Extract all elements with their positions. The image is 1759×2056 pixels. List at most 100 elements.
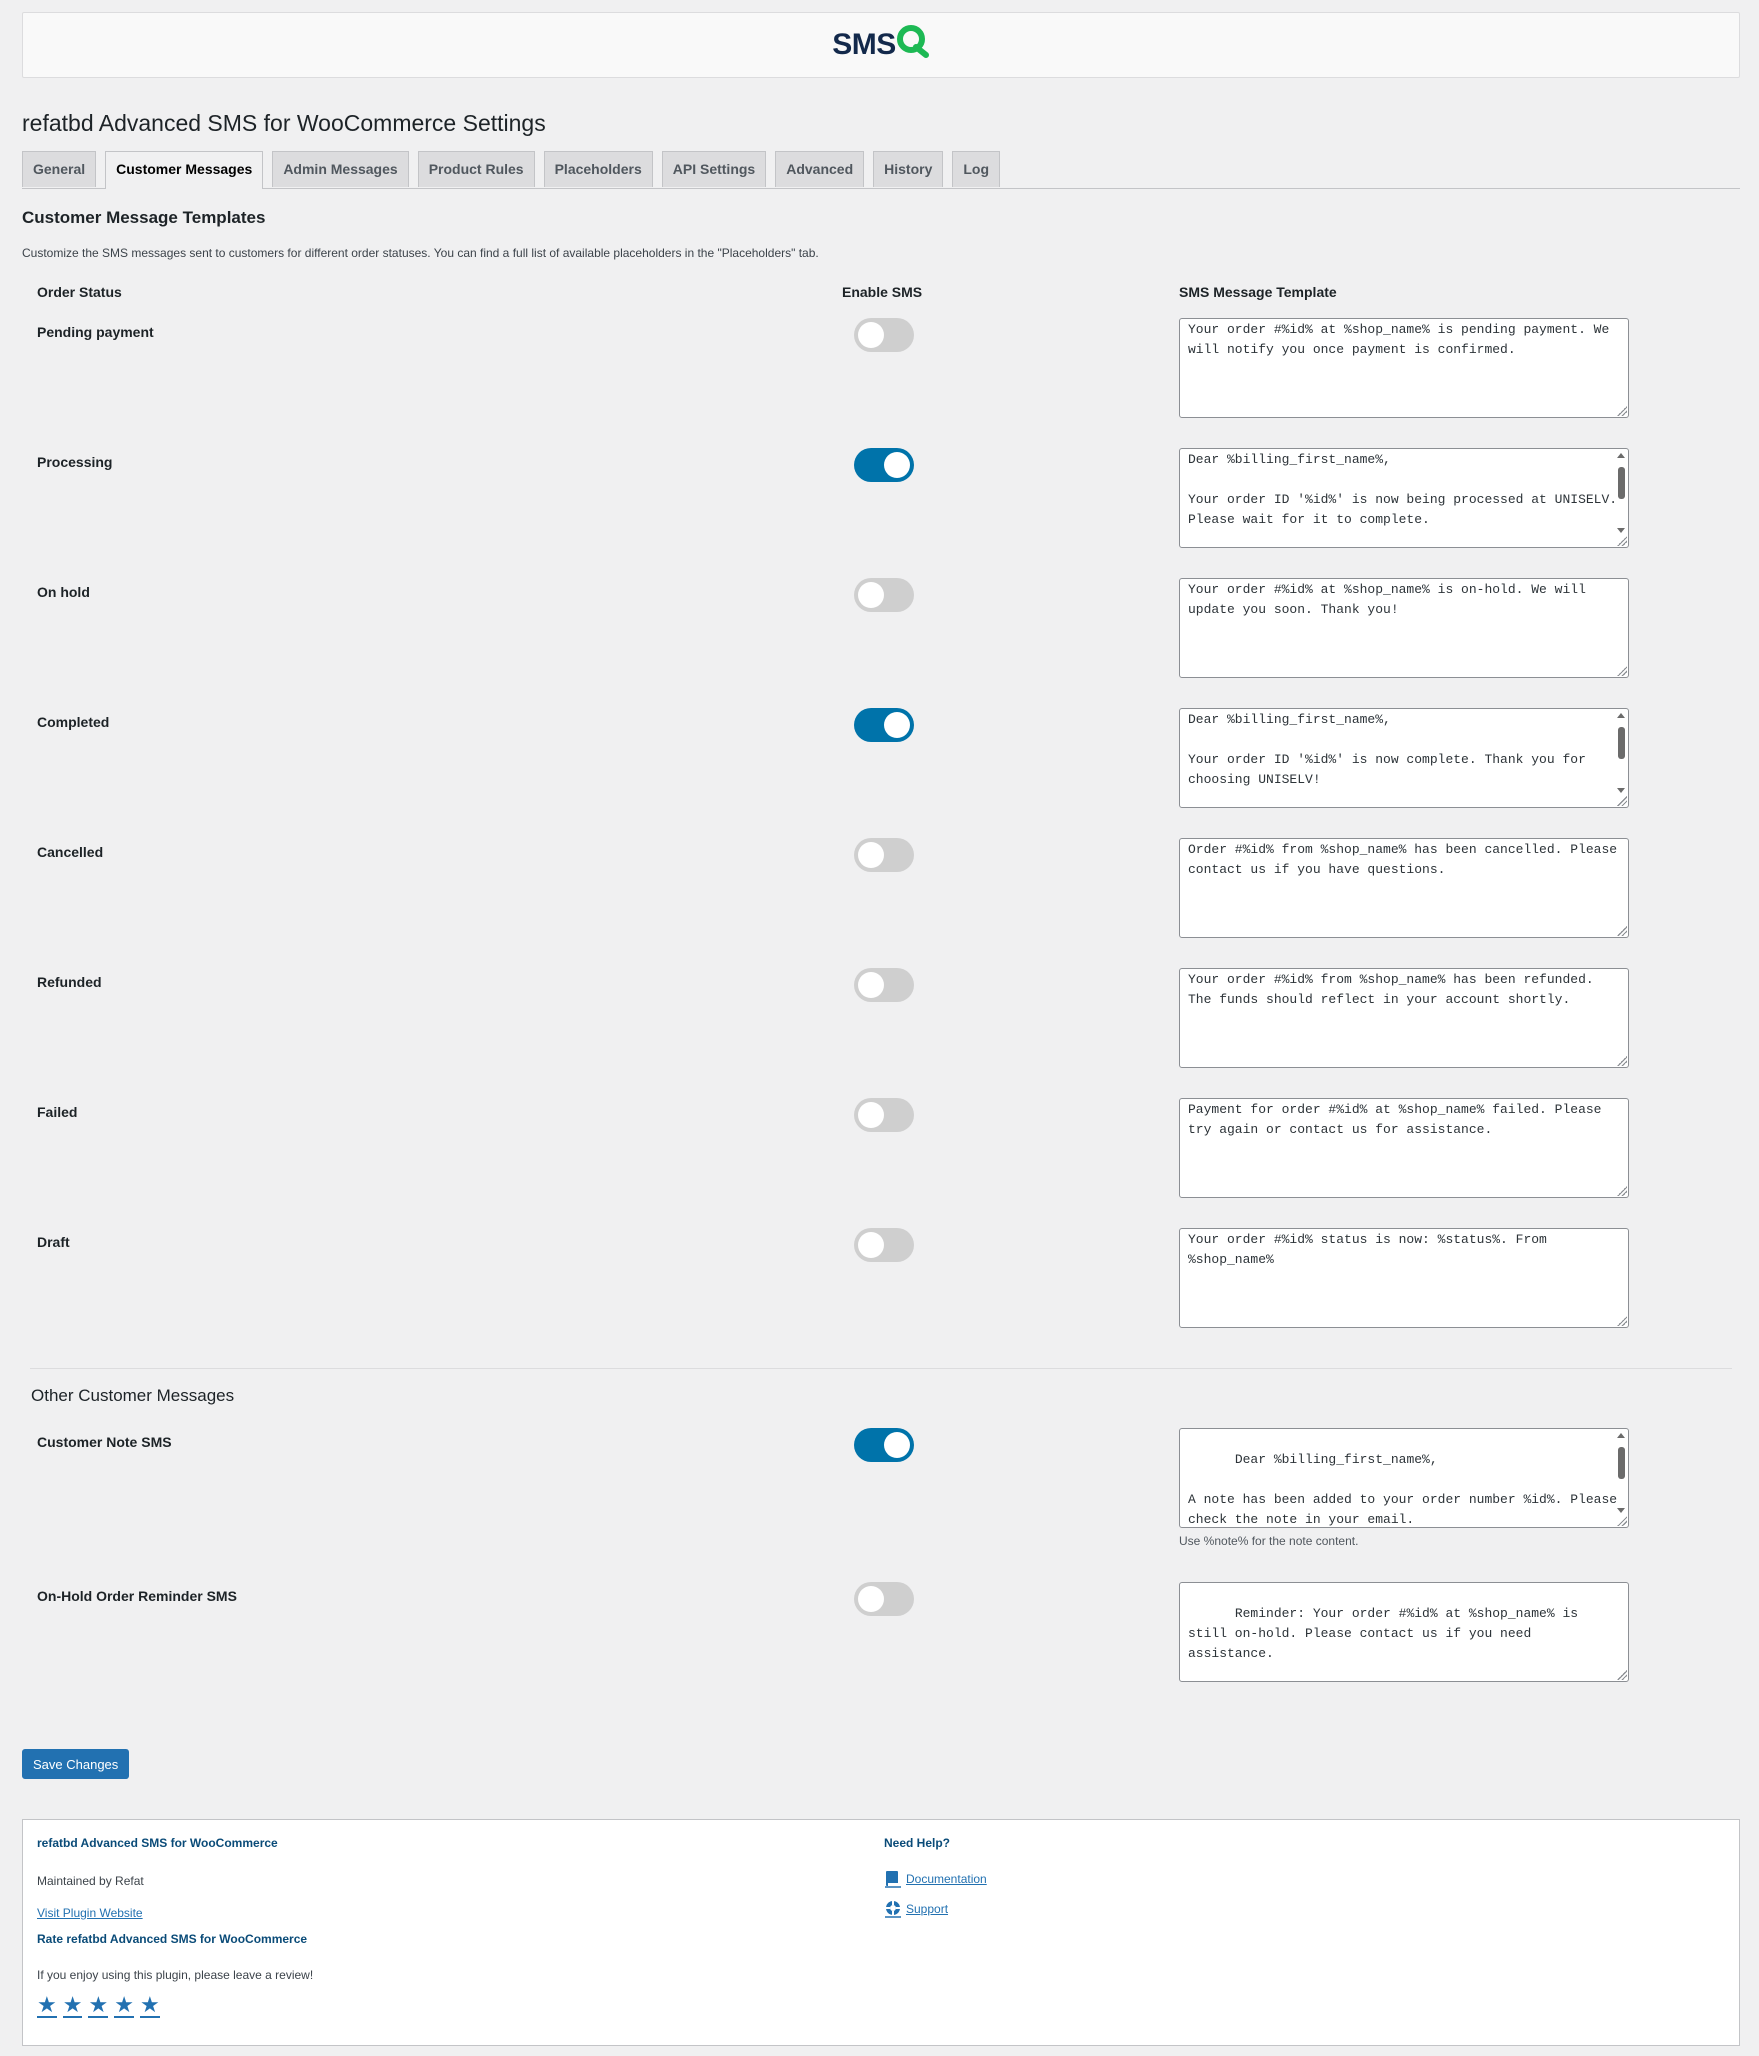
resize-grip-icon[interactable] [1617, 926, 1627, 936]
footer-rate-title: Rate refatbd Advanced SMS for WooCommerc… [37, 1932, 308, 1946]
divider [30, 1368, 1732, 1369]
enable-toggle[interactable] [854, 578, 914, 612]
template-textarea[interactable]: Payment for order #%id% at %shop_name% f… [1179, 1098, 1629, 1198]
row-label: On hold [37, 584, 90, 600]
toggle-knob [884, 712, 910, 738]
resize-grip-icon[interactable] [1617, 666, 1627, 676]
scrollbar[interactable] [1616, 1431, 1626, 1515]
save-changes-button[interactable]: Save Changes [22, 1749, 130, 1779]
enable-toggle[interactable] [854, 1098, 914, 1132]
scroll-up-icon [1617, 713, 1625, 718]
template-textarea[interactable]: Dear %billing_first_name%, Your order ID… [1179, 708, 1629, 808]
logo: SMS [832, 23, 930, 67]
resize-grip-icon[interactable] [1617, 1186, 1627, 1196]
logo-text: SMS [832, 28, 896, 61]
logo-mark-icon [896, 25, 929, 58]
row-customer-note: Customer Note SMS Dear %billing_first_na… [22, 1428, 1740, 1582]
footer-plugin-info: refatbd Advanced SMS for WooCommerce Mai… [37, 1836, 313, 2018]
template-textarea[interactable]: Reminder: Your order #%id% at %shop_name… [1179, 1582, 1629, 1682]
enable-toggle[interactable] [854, 448, 914, 482]
enable-toggle[interactable] [854, 838, 914, 872]
enable-toggle[interactable] [854, 968, 914, 1002]
scroll-up-icon [1617, 1433, 1625, 1438]
tab-admin-messages[interactable]: Admin Messages [272, 151, 409, 187]
scroll-thumb [1618, 727, 1625, 759]
template-text: Dear %billing_first_name%, Your order ID… [1188, 452, 1618, 527]
template-text: Payment for order #%id% at %shop_name% f… [1188, 1102, 1610, 1137]
row-label: Customer Note SMS [37, 1434, 172, 1450]
scrollbar[interactable] [1616, 711, 1626, 795]
status-rows: Pending payment Your order #%id% at %shop… [22, 318, 1740, 1358]
enable-toggle[interactable] [854, 1582, 914, 1616]
resize-grip-icon[interactable] [1617, 1670, 1627, 1680]
support-item[interactable]: Support [884, 1900, 987, 1918]
toggle-knob [884, 452, 910, 478]
tab-log[interactable]: Log [952, 151, 1001, 187]
tab-product-rules[interactable]: Product Rules [417, 151, 535, 187]
rating-stars: ★ ★ ★ ★ ★ [37, 1994, 313, 2018]
template-textarea[interactable]: Your order #%id% at %shop_name% is pendi… [1179, 318, 1629, 418]
toggle-knob [858, 582, 884, 608]
scrollbar[interactable] [1616, 451, 1626, 535]
header-sms-template: SMS Message Template [1179, 284, 1337, 300]
resize-grip-icon[interactable] [1617, 796, 1627, 806]
book-icon [885, 1871, 901, 1888]
template-textarea[interactable]: Dear %billing_first_name%, Your order ID… [1179, 448, 1629, 548]
other-messages-title: Other Customer Messages [31, 1386, 235, 1405]
tab-bar: General Customer Messages Admin Messages… [22, 151, 1740, 189]
enable-toggle[interactable] [854, 708, 914, 742]
star-icon[interactable]: ★ [62, 1994, 83, 2018]
template-textarea[interactable]: Your order #%id% from %shop_name% has be… [1179, 968, 1629, 1068]
template-text: Dear %billing_first_name%, A note has be… [1188, 1452, 1618, 1527]
table-header: Order Status Enable SMS SMS Message Temp… [22, 284, 1740, 318]
star-icon[interactable]: ★ [139, 1994, 160, 2018]
enable-toggle[interactable] [854, 318, 914, 352]
resize-grip-icon[interactable] [1617, 1516, 1627, 1526]
section-description: Customize the SMS messages sent to custo… [22, 246, 819, 260]
note-hint: Use %note% for the note content. [1179, 1534, 1359, 1548]
resize-grip-icon[interactable] [1617, 406, 1627, 416]
status-row: Completed Dear %billing_first_name%, Your… [22, 708, 1740, 838]
enable-toggle[interactable] [854, 1428, 914, 1462]
tab-placeholders[interactable]: Placeholders [543, 151, 653, 187]
tab-history[interactable]: History [873, 151, 944, 187]
toggle-knob [858, 1586, 884, 1612]
template-text: Your order #%id% from %shop_name% has be… [1188, 972, 1602, 1007]
footer-rate-desc: If you enjoy using this plugin, please l… [37, 1968, 314, 1982]
row-label: Cancelled [37, 844, 104, 860]
template-text: Your order #%id% at %shop_name% is pendi… [1188, 322, 1618, 357]
tab-api-settings[interactable]: API Settings [661, 151, 767, 187]
tab-general[interactable]: General [22, 151, 97, 187]
status-row: On hold Your order #%id% at %shop_name% i… [22, 578, 1740, 708]
template-textarea[interactable]: Order #%id% from %shop_name% has been ca… [1179, 838, 1629, 938]
resize-grip-icon[interactable] [1617, 1056, 1627, 1066]
support-lifebuoy-icon [885, 1901, 901, 1918]
documentation-item[interactable]: Documentation [884, 1870, 987, 1888]
tab-customer-messages[interactable]: Customer Messages [105, 151, 264, 189]
star-icon[interactable]: ★ [114, 1994, 134, 2018]
support-link[interactable]: Support [906, 1902, 948, 1916]
template-textarea[interactable]: Your order #%id% at %shop_name% is on-ho… [1179, 578, 1629, 678]
scroll-down-icon [1617, 1508, 1625, 1513]
scroll-thumb [1618, 1447, 1625, 1479]
scroll-up-icon [1617, 453, 1625, 458]
star-icon[interactable]: ★ [37, 1994, 57, 2018]
row-label: Completed [37, 714, 110, 730]
tab-advanced[interactable]: Advanced [775, 151, 865, 187]
enable-toggle[interactable] [854, 1228, 914, 1262]
row-label: Failed [37, 1104, 78, 1120]
template-textarea[interactable]: Your order #%id% status is now: %status%… [1179, 1228, 1629, 1328]
star-icon[interactable]: ★ [88, 1994, 109, 2018]
status-row: Failed Payment for order #%id% at %shop_n… [22, 1098, 1740, 1228]
status-row: Cancelled Order #%id% from %shop_name% ha… [22, 838, 1740, 968]
resize-grip-icon[interactable] [1617, 1316, 1627, 1326]
header-enable-sms: Enable SMS [842, 284, 923, 300]
row-label: Processing [37, 454, 113, 470]
documentation-link[interactable]: Documentation [906, 1872, 987, 1886]
footer-help: Need Help? Documentation Support [884, 1836, 987, 1918]
visit-plugin-link[interactable]: Visit Plugin Website [37, 1906, 143, 1920]
resize-grip-icon[interactable] [1617, 536, 1627, 546]
template-textarea[interactable]: Dear %billing_first_name%, A note has be… [1179, 1428, 1629, 1528]
toggle-knob [858, 1102, 884, 1128]
scroll-down-icon [1617, 528, 1625, 533]
